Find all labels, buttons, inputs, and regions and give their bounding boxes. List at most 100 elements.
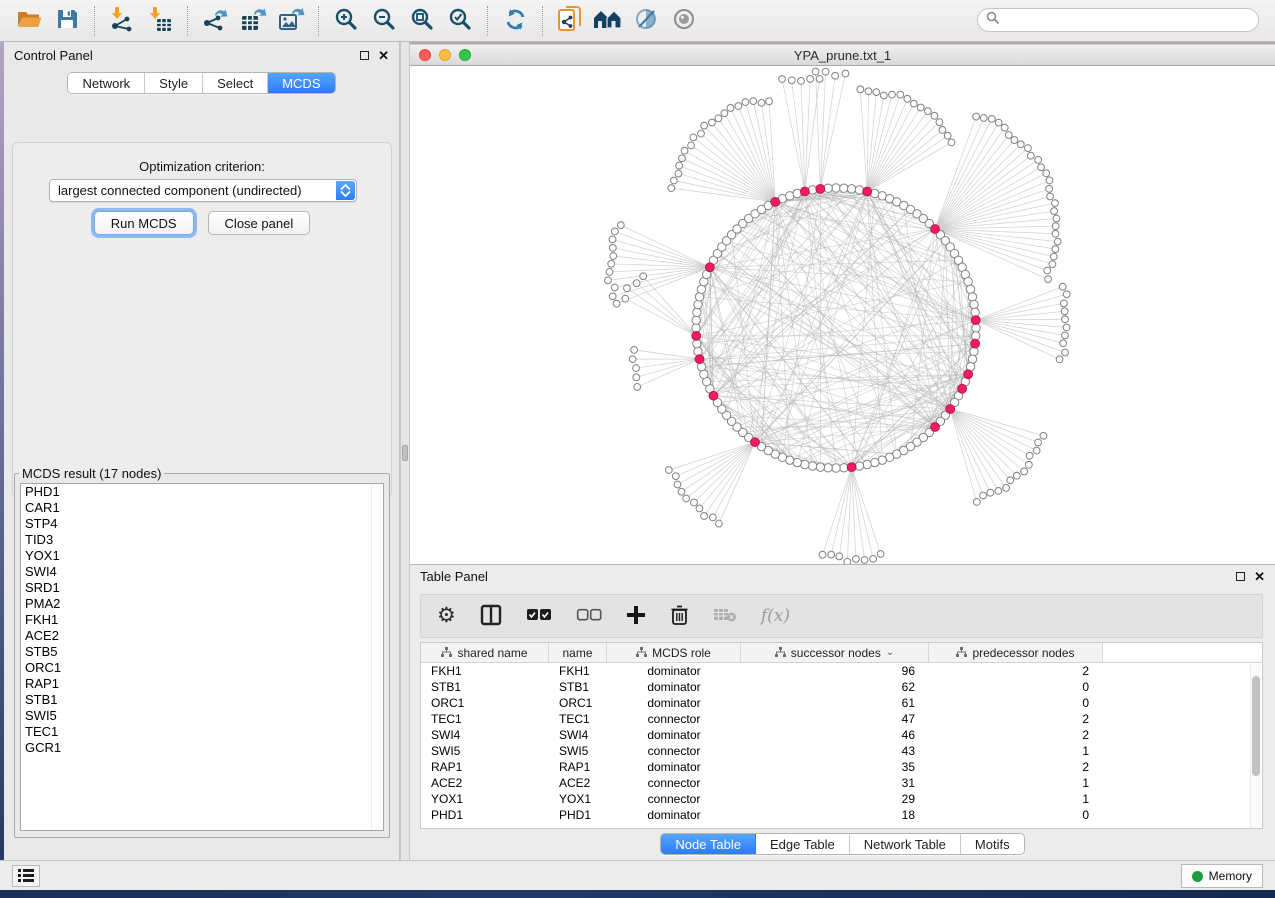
optimization-criterion-dropdown[interactable]: largest connected component (undirected) <box>49 179 357 202</box>
dropdown-stepper-icon <box>336 181 355 200</box>
tab-select[interactable]: Select <box>203 73 268 93</box>
column-header-name[interactable]: name <box>549 643 607 662</box>
tab-style[interactable]: Style <box>145 73 203 93</box>
toolbar-separator <box>94 6 95 36</box>
column-header-MCDS-role[interactable]: MCDS role <box>607 643 741 662</box>
table-row[interactable]: TEC1TEC1connector472 <box>421 711 1262 727</box>
new-network-from-selection-button[interactable] <box>551 4 589 38</box>
cell-predecessor_nodes: 2 <box>929 711 1103 727</box>
cell-predecessor_nodes: 1 <box>929 791 1103 807</box>
function-builder-icon: f(x) <box>761 606 790 626</box>
panel-splitter[interactable] <box>400 42 410 860</box>
open-file-button[interactable] <box>10 4 48 38</box>
result-node[interactable]: CAR1 <box>21 500 383 516</box>
node-table-body: FKH1FKH1dominator962STB1STB1dominator620… <box>421 663 1262 823</box>
show-columns-button[interactable] <box>480 604 502 629</box>
search-input[interactable] <box>1000 11 1258 29</box>
column-header-successor-nodes[interactable]: successor nodes⌄ <box>741 643 929 662</box>
function-builder-button[interactable]: f(x) <box>761 606 790 626</box>
tab-network[interactable]: Network <box>68 73 145 93</box>
import-table-button[interactable] <box>141 4 179 38</box>
table-row[interactable]: SWI5SWI5connector431 <box>421 743 1262 759</box>
table-row[interactable]: STB1STB1dominator620 <box>421 679 1262 695</box>
cell-shared_name: SWI5 <box>421 743 549 759</box>
tab-mcds[interactable]: MCDS <box>268 73 334 93</box>
table-row[interactable]: PHD1PHD1dominator180 <box>421 807 1262 823</box>
table-row[interactable]: RAP1RAP1dominator352 <box>421 759 1262 775</box>
export-table-button[interactable] <box>234 4 272 38</box>
result-node[interactable]: STP4 <box>21 516 383 532</box>
table-row[interactable]: ACE2ACE2connector311 <box>421 775 1262 791</box>
result-node[interactable]: SRD1 <box>21 580 383 596</box>
control-panel-tabs: NetworkStyleSelectMCDS <box>67 72 335 94</box>
result-list-scrollbar[interactable] <box>371 485 382 831</box>
memory-button[interactable]: Memory <box>1181 864 1263 888</box>
table-row[interactable]: ORC1ORC1dominator610 <box>421 695 1262 711</box>
close-panel-icon[interactable]: ✕ <box>378 51 389 60</box>
network-overview-button[interactable] <box>589 4 627 38</box>
toolbar-separator <box>318 6 319 36</box>
fit-content-button[interactable] <box>403 4 441 38</box>
save-session-button[interactable] <box>48 4 86 38</box>
hide-graphics-details-button[interactable] <box>627 4 665 38</box>
delete-column-button[interactable] <box>670 604 689 629</box>
result-node[interactable]: ACE2 <box>21 628 383 644</box>
tab-edge-table[interactable]: Edge Table <box>756 834 850 854</box>
tab-network-table[interactable]: Network Table <box>850 834 961 854</box>
result-node[interactable]: PHD1 <box>21 484 383 500</box>
result-node[interactable]: TEC1 <box>21 724 383 740</box>
result-node[interactable]: SWI5 <box>21 708 383 724</box>
table-row[interactable]: FKH1FKH1dominator962 <box>421 663 1262 679</box>
zoom-in-button[interactable] <box>327 4 365 38</box>
table-settings-button[interactable]: ⚙ <box>437 606 456 626</box>
close-panel-button[interactable]: Close panel <box>208 211 311 235</box>
column-header-predecessor-nodes[interactable]: predecessor nodes <box>929 643 1103 662</box>
table-row[interactable]: YOX1YOX1connector291 <box>421 791 1262 807</box>
network-window-title: YPA_prune.txt_1 <box>410 48 1275 63</box>
table-row[interactable]: SWI4SWI4dominator462 <box>421 727 1262 743</box>
cell-name: SWI5 <box>549 743 607 759</box>
run-mcds-button[interactable]: Run MCDS <box>94 211 194 235</box>
result-node[interactable]: SWI4 <box>21 564 383 580</box>
result-node[interactable]: RAP1 <box>21 676 383 692</box>
select-all-rows-button[interactable] <box>526 608 552 624</box>
result-node[interactable]: PMA2 <box>21 596 383 612</box>
result-node[interactable]: FKH1 <box>21 612 383 628</box>
result-node[interactable]: YOX1 <box>21 548 383 564</box>
deselect-all-rows-button[interactable] <box>576 608 602 624</box>
task-history-button[interactable] <box>12 865 40 887</box>
export-image-button[interactable] <box>272 4 310 38</box>
table-scrollbar[interactable] <box>1250 664 1261 828</box>
cell-successor_nodes: 96 <box>741 663 929 679</box>
float-panel-icon[interactable] <box>360 51 369 60</box>
refresh-button[interactable] <box>496 4 534 38</box>
result-node[interactable]: GCR1 <box>21 740 383 756</box>
cell-predecessor_nodes: 1 <box>929 775 1103 791</box>
float-table-panel-icon[interactable] <box>1236 572 1245 581</box>
cell-name: ORC1 <box>549 695 607 711</box>
tab-motifs[interactable]: Motifs <box>961 834 1024 854</box>
network-canvas[interactable] <box>410 66 1275 564</box>
zoom-selected-button[interactable] <box>441 4 479 38</box>
node-table: shared namenameMCDS rolesuccessor nodes⌄… <box>420 642 1263 829</box>
mcds-result-list: PHD1CAR1STP4TID3YOX1SWI4SRD1PMA2FKH1ACE2… <box>20 483 384 831</box>
column-header-shared-name[interactable]: shared name <box>421 643 549 662</box>
splitter-handle[interactable] <box>402 445 408 461</box>
import-network-button[interactable] <box>103 4 141 38</box>
close-table-panel-icon[interactable]: ✕ <box>1254 572 1265 581</box>
tab-node-table[interactable]: Node Table <box>661 834 756 854</box>
cell-mcds_role: connector <box>607 791 741 807</box>
result-node[interactable]: STB1 <box>21 692 383 708</box>
cell-shared_name: YOX1 <box>421 791 549 807</box>
show-graphics-details-button[interactable] <box>665 4 703 38</box>
result-node[interactable]: TID3 <box>21 532 383 548</box>
table-scrollbar-thumb[interactable] <box>1252 676 1260 776</box>
add-column-button[interactable] <box>626 605 646 628</box>
result-node[interactable]: STB5 <box>21 644 383 660</box>
result-node[interactable]: ORC1 <box>21 660 383 676</box>
refresh-icon <box>503 7 528 35</box>
network-window-titlebar[interactable]: YPA_prune.txt_1 <box>410 44 1275 66</box>
zoom-out-button[interactable] <box>365 4 403 38</box>
export-network-button[interactable] <box>196 4 234 38</box>
delete-table-button[interactable] <box>713 607 737 626</box>
